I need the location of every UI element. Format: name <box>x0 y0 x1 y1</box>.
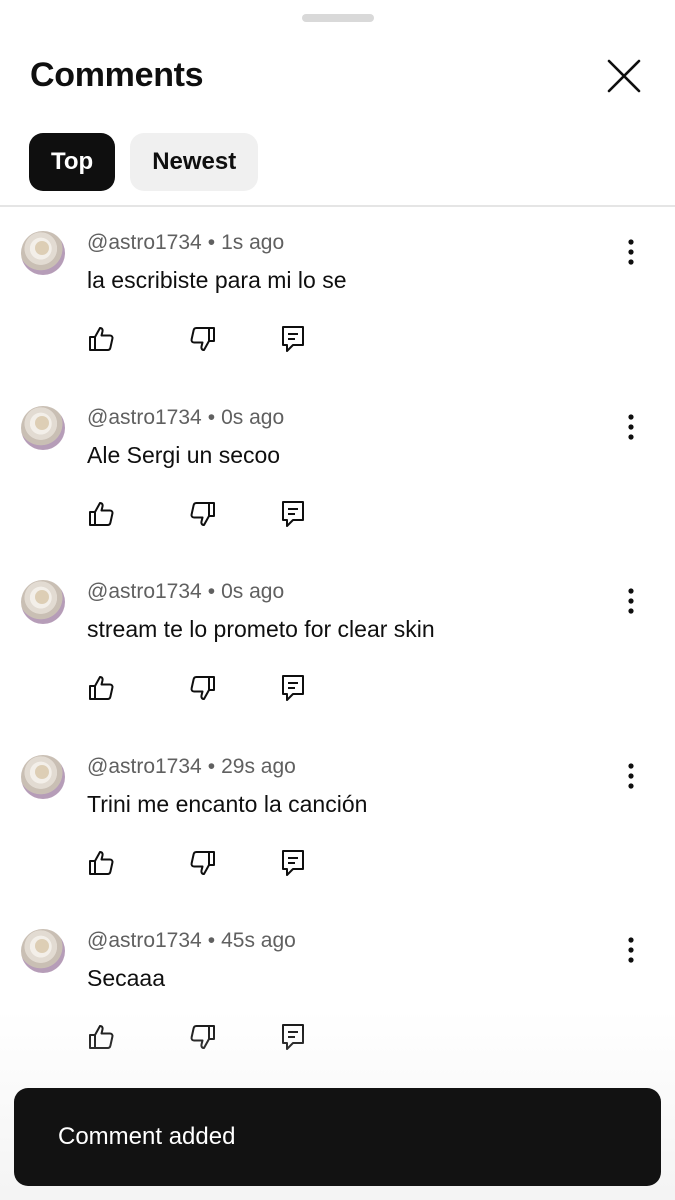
comment-author[interactable]: @astro1734 <box>87 231 202 254</box>
comment-list: @astro1734 • 1s ago la escribiste para mi … <box>0 207 675 1080</box>
reply-icon <box>282 1024 304 1050</box>
reply-icon <box>282 326 304 352</box>
like-button[interactable] <box>83 845 119 881</box>
like-button[interactable] <box>83 496 119 532</box>
comment-meta: @astro1734 • 45s ago <box>87 929 296 953</box>
meta-separator: • <box>207 580 216 603</box>
comment-time: 45s ago <box>221 929 296 952</box>
thumbs-down-icon <box>190 676 215 700</box>
reply-icon <box>282 849 304 876</box>
thumbs-down-icon <box>190 850 215 875</box>
tab-top[interactable]: Top <box>29 133 116 191</box>
thumbs-down-icon <box>190 1025 215 1049</box>
comment-text: Secaaa <box>87 965 166 991</box>
more-vertical-icon <box>628 937 634 963</box>
comment-text: Trini me encanto la canción <box>87 790 368 817</box>
avatar[interactable] <box>21 580 65 624</box>
tab-newest[interactable]: Newest <box>130 133 259 191</box>
comment-item: @astro1734 • 0s ago Ale Sergi un secoo <box>0 382 675 557</box>
more-vertical-icon <box>628 413 634 440</box>
comment-item: @astro1734 • 45s ago Secaaa <box>0 905 675 1080</box>
more-vertical-icon <box>628 239 634 265</box>
page-title: Comments <box>30 56 204 94</box>
dislike-button[interactable] <box>185 1019 221 1055</box>
more-vertical-icon <box>628 588 634 614</box>
more-options-button[interactable] <box>614 759 648 793</box>
dislike-button[interactable] <box>185 845 221 881</box>
dislike-button[interactable] <box>185 670 221 706</box>
avatar[interactable] <box>21 231 65 275</box>
meta-separator: • <box>207 231 216 254</box>
dislike-button[interactable] <box>185 321 221 357</box>
reply-button[interactable] <box>275 1019 311 1055</box>
reply-button[interactable] <box>275 321 311 357</box>
comment-time: 29s ago <box>221 754 296 778</box>
comment-meta: @astro1734 • 29s ago <box>87 755 296 779</box>
comment-meta: @astro1734 • 0s ago <box>87 406 284 430</box>
more-options-button[interactable] <box>614 933 648 967</box>
reply-button[interactable] <box>275 845 311 881</box>
reply-icon <box>282 675 304 701</box>
thumbs-up-icon <box>89 676 114 700</box>
avatar[interactable] <box>21 754 65 799</box>
reply-icon <box>282 500 304 527</box>
dislike-button[interactable] <box>185 496 221 532</box>
comment-item: @astro1734 • 0s ago stream te lo prometo f… <box>0 556 675 731</box>
meta-separator: • <box>207 754 216 778</box>
thumbs-up-icon <box>89 327 114 351</box>
comment-author[interactable]: @astro1734 <box>87 755 202 778</box>
snackbar: Comment added <box>14 1088 661 1186</box>
comment-text: stream te lo prometo for clear skin <box>87 616 435 642</box>
avatar[interactable] <box>21 929 65 973</box>
comment-text: Ale Sergi un secoo <box>87 441 281 468</box>
more-options-button[interactable] <box>614 584 648 618</box>
meta-separator: • <box>207 405 216 429</box>
meta-separator: • <box>207 929 216 952</box>
thumbs-up-icon <box>89 850 114 875</box>
close-icon <box>607 59 641 93</box>
like-button[interactable] <box>83 1019 119 1055</box>
more-vertical-icon <box>628 762 634 789</box>
comment-time: 0s ago <box>221 580 285 603</box>
drag-handle[interactable] <box>302 14 374 22</box>
comment-meta: @astro1734 • 0s ago <box>87 580 284 604</box>
like-button[interactable] <box>83 670 119 706</box>
more-options-button[interactable] <box>614 410 648 444</box>
thumbs-down-icon <box>190 501 215 526</box>
comment-author[interactable]: @astro1734 <box>87 929 202 952</box>
comment-time: 1s ago <box>221 231 285 254</box>
avatar[interactable] <box>21 405 65 450</box>
sort-chips: Top Newest <box>29 133 259 191</box>
comment-text: la escribiste para mi lo se <box>87 267 347 293</box>
comment-meta: @astro1734 • 1s ago <box>87 231 284 255</box>
comment-author[interactable]: @astro1734 <box>87 580 202 603</box>
more-options-button[interactable] <box>614 235 648 269</box>
comment-author[interactable]: @astro1734 <box>87 406 202 429</box>
comment-item: @astro1734 • 1s ago la escribiste para mi … <box>0 207 675 382</box>
reply-button[interactable] <box>275 496 311 532</box>
close-button[interactable] <box>600 52 648 100</box>
thumbs-up-icon <box>89 1025 114 1049</box>
comments-sheet: Comments Top Newest @astro1734 • 1s ago la… <box>0 0 675 1200</box>
thumbs-up-icon <box>89 501 114 526</box>
comment-time: 0s ago <box>221 405 285 429</box>
comment-item: @astro1734 • 29s ago Trini me encanto la c… <box>0 731 675 906</box>
reply-button[interactable] <box>275 670 311 706</box>
snackbar-message: Comment added <box>58 1123 236 1150</box>
thumbs-down-icon <box>190 327 215 351</box>
like-button[interactable] <box>83 321 119 357</box>
